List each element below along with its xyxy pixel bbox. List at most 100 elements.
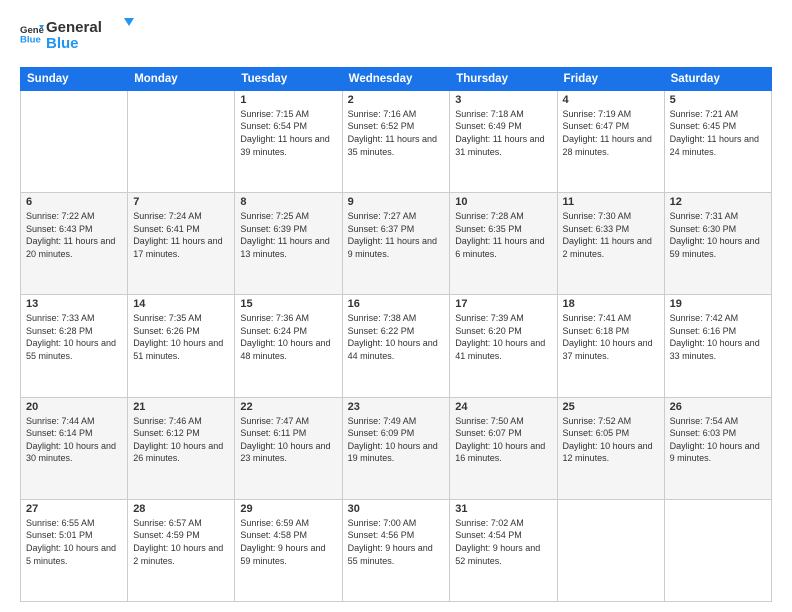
day-number: 29 xyxy=(240,503,336,515)
calendar-cell xyxy=(664,499,771,601)
day-number: 7 xyxy=(133,196,229,208)
calendar-cell: 12 Sunrise: 7:31 AM Sunset: 6:30 PM Dayli… xyxy=(664,193,771,295)
day-number: 4 xyxy=(563,94,659,106)
calendar-cell: 24 Sunrise: 7:50 AM Sunset: 6:07 PM Dayli… xyxy=(450,397,557,499)
calendar-cell: 18 Sunrise: 7:41 AM Sunset: 6:18 PM Dayli… xyxy=(557,295,664,397)
day-number: 3 xyxy=(455,94,551,106)
calendar-cell: 1Sunrise: 7:15 AM Sunset: 6:54 PM Daylig… xyxy=(235,90,342,192)
day-number: 21 xyxy=(133,401,229,413)
day-info: Sunrise: 7:30 AM Sunset: 6:33 PM Dayligh… xyxy=(563,210,659,260)
calendar-cell: 5 Sunrise: 7:21 AM Sunset: 6:45 PM Daylig… xyxy=(664,90,771,192)
day-number: 12 xyxy=(670,196,766,208)
calendar-cell: 31 Sunrise: 7:02 AM Sunset: 4:54 PM Dayli… xyxy=(450,499,557,601)
day-info: Sunrise: 7:24 AM Sunset: 6:41 PM Dayligh… xyxy=(133,210,229,260)
day-info: Sunrise: 6:59 AM Sunset: 4:58 PM Dayligh… xyxy=(240,517,336,567)
weekday-header: Monday xyxy=(128,67,235,90)
day-number: 5 xyxy=(670,94,766,106)
svg-text:Blue: Blue xyxy=(20,34,41,45)
day-info: Sunrise: 7:33 AM Sunset: 6:28 PM Dayligh… xyxy=(26,312,122,362)
weekday-header: Sunday xyxy=(21,67,128,90)
calendar-cell: 29 Sunrise: 6:59 AM Sunset: 4:58 PM Dayli… xyxy=(235,499,342,601)
day-info: Sunrise: 6:57 AM Sunset: 4:59 PM Dayligh… xyxy=(133,517,229,567)
day-number: 14 xyxy=(133,298,229,310)
day-number: 1 xyxy=(240,94,336,106)
calendar-cell: 27Sunrise: 6:55 AM Sunset: 5:01 PM Dayli… xyxy=(21,499,128,601)
calendar-cell: 11 Sunrise: 7:30 AM Sunset: 6:33 PM Dayli… xyxy=(557,193,664,295)
calendar-cell: 28 Sunrise: 6:57 AM Sunset: 4:59 PM Dayli… xyxy=(128,499,235,601)
day-info: Sunrise: 7:54 AM Sunset: 6:03 PM Dayligh… xyxy=(670,415,766,465)
calendar-cell: 22Sunrise: 7:47 AM Sunset: 6:11 PM Dayli… xyxy=(235,397,342,499)
calendar-cell: 14 Sunrise: 7:35 AM Sunset: 6:26 PM Dayli… xyxy=(128,295,235,397)
day-number: 24 xyxy=(455,401,551,413)
calendar-cell: 2Sunrise: 7:16 AM Sunset: 6:52 PM Daylig… xyxy=(342,90,450,192)
day-info: Sunrise: 7:02 AM Sunset: 4:54 PM Dayligh… xyxy=(455,517,551,567)
day-info: Sunrise: 7:44 AM Sunset: 6:14 PM Dayligh… xyxy=(26,415,122,465)
calendar-cell: 25 Sunrise: 7:52 AM Sunset: 6:05 PM Dayli… xyxy=(557,397,664,499)
day-number: 28 xyxy=(133,503,229,515)
calendar-cell: 6 Sunrise: 7:22 AM Sunset: 6:43 PM Daylig… xyxy=(21,193,128,295)
day-number: 23 xyxy=(348,401,445,413)
day-info: Sunrise: 7:28 AM Sunset: 6:35 PM Dayligh… xyxy=(455,210,551,260)
day-info: Sunrise: 7:52 AM Sunset: 6:05 PM Dayligh… xyxy=(563,415,659,465)
day-number: 27 xyxy=(26,503,122,515)
calendar-cell: 26Sunrise: 7:54 AM Sunset: 6:03 PM Dayli… xyxy=(664,397,771,499)
calendar-cell xyxy=(557,499,664,601)
calendar-cell: 8 Sunrise: 7:25 AM Sunset: 6:39 PM Daylig… xyxy=(235,193,342,295)
calendar-cell: 19 Sunrise: 7:42 AM Sunset: 6:16 PM Dayli… xyxy=(664,295,771,397)
day-info: Sunrise: 7:00 AM Sunset: 4:56 PM Dayligh… xyxy=(348,517,445,567)
weekday-header: Friday xyxy=(557,67,664,90)
day-number: 16 xyxy=(348,298,445,310)
weekday-header: Wednesday xyxy=(342,67,450,90)
day-info: Sunrise: 7:25 AM Sunset: 6:39 PM Dayligh… xyxy=(240,210,336,260)
day-info: Sunrise: 7:50 AM Sunset: 6:07 PM Dayligh… xyxy=(455,415,551,465)
weekday-header: Saturday xyxy=(664,67,771,90)
header: General Blue General Blue xyxy=(20,16,772,57)
svg-text:Blue: Blue xyxy=(46,35,79,52)
weekday-header: Tuesday xyxy=(235,67,342,90)
calendar-cell: 21 Sunrise: 7:46 AM Sunset: 6:12 PM Dayli… xyxy=(128,397,235,499)
day-info: Sunrise: 7:19 AM Sunset: 6:47 PM Dayligh… xyxy=(563,108,659,158)
day-number: 19 xyxy=(670,298,766,310)
day-number: 2 xyxy=(348,94,445,106)
day-info: Sunrise: 7:18 AM Sunset: 6:49 PM Dayligh… xyxy=(455,108,551,158)
day-number: 8 xyxy=(240,196,336,208)
calendar-cell: 3 Sunrise: 7:18 AM Sunset: 6:49 PM Daylig… xyxy=(450,90,557,192)
day-info: Sunrise: 7:42 AM Sunset: 6:16 PM Dayligh… xyxy=(670,312,766,362)
calendar-cell: 30 Sunrise: 7:00 AM Sunset: 4:56 PM Dayli… xyxy=(342,499,450,601)
calendar-cell: 7 Sunrise: 7:24 AM Sunset: 6:41 PM Daylig… xyxy=(128,193,235,295)
calendar-cell: 9Sunrise: 7:27 AM Sunset: 6:37 PM Daylig… xyxy=(342,193,450,295)
logo-icon: General Blue xyxy=(20,22,44,46)
day-number: 6 xyxy=(26,196,122,208)
calendar-cell: 20 Sunrise: 7:44 AM Sunset: 6:14 PM Dayli… xyxy=(21,397,128,499)
day-number: 20 xyxy=(26,401,122,413)
logo: General Blue General Blue xyxy=(20,16,136,57)
day-number: 13 xyxy=(26,298,122,310)
weekday-header: Thursday xyxy=(450,67,557,90)
day-number: 31 xyxy=(455,503,551,515)
day-number: 30 xyxy=(348,503,445,515)
day-info: Sunrise: 7:41 AM Sunset: 6:18 PM Dayligh… xyxy=(563,312,659,362)
day-number: 9 xyxy=(348,196,445,208)
day-number: 25 xyxy=(563,401,659,413)
svg-text:General: General xyxy=(46,19,102,36)
day-info: Sunrise: 7:21 AM Sunset: 6:45 PM Dayligh… xyxy=(670,108,766,158)
calendar-cell: 13 Sunrise: 7:33 AM Sunset: 6:28 PM Dayli… xyxy=(21,295,128,397)
day-info: Sunrise: 7:22 AM Sunset: 6:43 PM Dayligh… xyxy=(26,210,122,260)
day-info: Sunrise: 7:31 AM Sunset: 6:30 PM Dayligh… xyxy=(670,210,766,260)
calendar-cell: 17Sunrise: 7:39 AM Sunset: 6:20 PM Dayli… xyxy=(450,295,557,397)
day-number: 18 xyxy=(563,298,659,310)
day-number: 11 xyxy=(563,196,659,208)
day-number: 15 xyxy=(240,298,336,310)
calendar-cell: 10Sunrise: 7:28 AM Sunset: 6:35 PM Dayli… xyxy=(450,193,557,295)
calendar-cell: 4 Sunrise: 7:19 AM Sunset: 6:47 PM Daylig… xyxy=(557,90,664,192)
calendar-cell: 23 Sunrise: 7:49 AM Sunset: 6:09 PM Dayli… xyxy=(342,397,450,499)
logo-text: General Blue xyxy=(46,16,136,57)
day-info: Sunrise: 7:46 AM Sunset: 6:12 PM Dayligh… xyxy=(133,415,229,465)
calendar-cell xyxy=(21,90,128,192)
day-info: Sunrise: 7:49 AM Sunset: 6:09 PM Dayligh… xyxy=(348,415,445,465)
day-info: Sunrise: 7:36 AM Sunset: 6:24 PM Dayligh… xyxy=(240,312,336,362)
calendar-cell: 15 Sunrise: 7:36 AM Sunset: 6:24 PM Dayli… xyxy=(235,295,342,397)
calendar: SundayMondayTuesdayWednesdayThursdayFrid… xyxy=(20,67,772,602)
day-info: Sunrise: 7:39 AM Sunset: 6:20 PM Dayligh… xyxy=(455,312,551,362)
day-info: Sunrise: 7:35 AM Sunset: 6:26 PM Dayligh… xyxy=(133,312,229,362)
